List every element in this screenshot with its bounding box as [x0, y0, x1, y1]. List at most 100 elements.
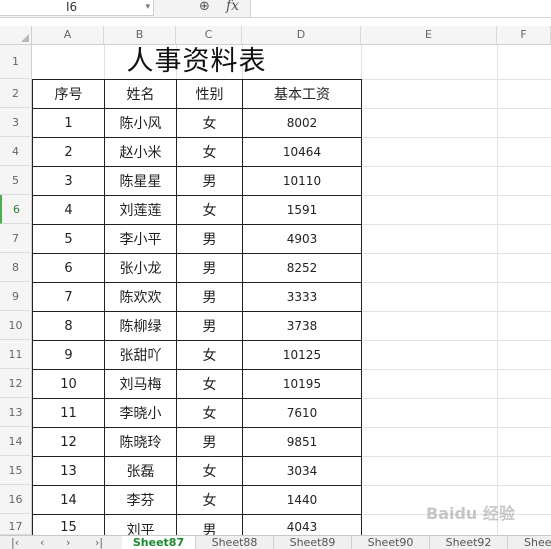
- cell[interactable]: 李芬: [104, 485, 177, 515]
- row-header[interactable]: 3: [0, 108, 32, 137]
- cell[interactable]: 10195: [242, 369, 362, 399]
- select-all-corner[interactable]: [0, 26, 32, 45]
- cell[interactable]: 赵小米: [104, 137, 177, 167]
- row-header[interactable]: 17: [0, 514, 32, 535]
- cell[interactable]: 男: [176, 282, 243, 312]
- header-cell[interactable]: 姓名: [104, 79, 177, 109]
- cell[interactable]: 女: [176, 108, 243, 138]
- cell[interactable]: 7: [32, 282, 105, 312]
- cell[interactable]: 陈欢欢: [104, 282, 177, 312]
- column-header-f[interactable]: F: [497, 26, 551, 45]
- cell[interactable]: 男: [176, 166, 243, 196]
- sheet-tab-active[interactable]: Sheet87: [122, 536, 196, 549]
- cell[interactable]: 8: [32, 311, 105, 341]
- sheet-tab[interactable]: Sheet89: [274, 536, 352, 549]
- cell[interactable]: 2: [32, 137, 105, 167]
- cell[interactable]: 10464: [242, 137, 362, 167]
- row-header[interactable]: 11: [0, 340, 32, 369]
- cell[interactable]: 男: [176, 311, 243, 341]
- cell[interactable]: 4: [32, 195, 105, 225]
- cell[interactable]: 女: [176, 340, 243, 370]
- cell[interactable]: 陈晓玲: [104, 427, 177, 457]
- cell[interactable]: 李晓小: [104, 398, 177, 428]
- formula-input[interactable]: [250, 0, 551, 17]
- header-cell[interactable]: 性别: [176, 79, 243, 109]
- row-header[interactable]: 16: [0, 485, 32, 514]
- cell[interactable]: 14: [32, 485, 105, 515]
- sheet-tab[interactable]: Sheet90: [352, 536, 430, 549]
- cell[interactable]: 9: [32, 340, 105, 370]
- sheet-tab[interactable]: Shee: [508, 536, 551, 549]
- cell[interactable]: 陈柳绿: [104, 311, 177, 341]
- row-header[interactable]: 2: [0, 79, 32, 108]
- row-header[interactable]: 13: [0, 398, 32, 427]
- cell[interactable]: 女: [176, 456, 243, 486]
- cell[interactable]: 张甜吖: [104, 340, 177, 370]
- cell[interactable]: 10110: [242, 166, 362, 196]
- row-header[interactable]: 10: [0, 311, 32, 340]
- cell[interactable]: 7610: [242, 398, 362, 428]
- cell[interactable]: 陈星星: [104, 166, 177, 196]
- cell[interactable]: 10: [32, 369, 105, 399]
- column-header-e[interactable]: E: [361, 26, 497, 45]
- row-header[interactable]: 5: [0, 166, 32, 195]
- cell[interactable]: 女: [176, 137, 243, 167]
- cell[interactable]: 陈小风: [104, 108, 177, 138]
- last-sheet-icon[interactable]: ›|: [95, 536, 103, 549]
- name-box[interactable]: I6 ▾: [0, 0, 154, 16]
- header-cell[interactable]: 序号: [32, 79, 105, 109]
- row-header[interactable]: 4: [0, 137, 32, 166]
- column-header-a[interactable]: A: [32, 26, 104, 45]
- column-header-d[interactable]: D: [242, 26, 361, 45]
- cell[interactable]: 6: [32, 253, 105, 283]
- cell[interactable]: 9851: [242, 427, 362, 457]
- cell[interactable]: 13: [32, 456, 105, 486]
- cell[interactable]: 3738: [242, 311, 362, 341]
- cell[interactable]: 3: [32, 166, 105, 196]
- next-sheet-icon[interactable]: ›: [66, 536, 70, 549]
- cell[interactable]: 男: [176, 427, 243, 457]
- cell[interactable]: 李小平: [104, 224, 177, 254]
- row-header[interactable]: 9: [0, 282, 32, 311]
- cell[interactable]: 8002: [242, 108, 362, 138]
- row-header[interactable]: 15: [0, 456, 32, 485]
- first-sheet-icon[interactable]: |‹: [11, 536, 19, 549]
- row-header[interactable]: 8: [0, 253, 32, 282]
- cell[interactable]: 12: [32, 427, 105, 457]
- row-header[interactable]: 12: [0, 369, 32, 398]
- header-cell[interactable]: 基本工资: [242, 79, 362, 109]
- sheet-tab[interactable]: Sheet88: [196, 536, 274, 549]
- row-header-active[interactable]: 6: [0, 195, 32, 224]
- column-header-c[interactable]: C: [176, 26, 242, 45]
- cell[interactable]: 女: [176, 369, 243, 399]
- prev-sheet-icon[interactable]: ‹: [40, 536, 44, 549]
- cell[interactable]: 刘莲莲: [104, 195, 177, 225]
- cell[interactable]: 女: [176, 398, 243, 428]
- sheet-tab[interactable]: Sheet92: [430, 536, 508, 549]
- row-header[interactable]: 7: [0, 224, 32, 253]
- cell[interactable]: 10125: [242, 340, 362, 370]
- cell[interactable]: 男: [176, 224, 243, 254]
- fx-icon[interactable]: fx: [226, 0, 239, 14]
- zoom-search-icon[interactable]: ⊕: [199, 0, 210, 14]
- cell[interactable]: 张小龙: [104, 253, 177, 283]
- cell[interactable]: 女: [176, 485, 243, 515]
- chevron-down-icon[interactable]: ▾: [145, 0, 150, 14]
- cell[interactable]: 刘马梅: [104, 369, 177, 399]
- cell[interactable]: 11: [32, 398, 105, 428]
- cell[interactable]: 3333: [242, 282, 362, 312]
- cell[interactable]: 8252: [242, 253, 362, 283]
- cell[interactable]: 3034: [242, 456, 362, 486]
- cell[interactable]: 1591: [242, 195, 362, 225]
- cell[interactable]: 张磊: [104, 456, 177, 486]
- cell[interactable]: 女: [176, 195, 243, 225]
- cell[interactable]: 男: [176, 253, 243, 283]
- column-header-b[interactable]: B: [104, 26, 176, 45]
- cell[interactable]: 5: [32, 224, 105, 254]
- sheet-title-cell[interactable]: 人事资料表: [32, 45, 361, 79]
- cell[interactable]: 1440: [242, 485, 362, 515]
- cell[interactable]: 4903: [242, 224, 362, 254]
- row-header[interactable]: 1: [0, 45, 32, 79]
- row-header[interactable]: 14: [0, 427, 32, 456]
- cell[interactable]: 1: [32, 108, 105, 138]
